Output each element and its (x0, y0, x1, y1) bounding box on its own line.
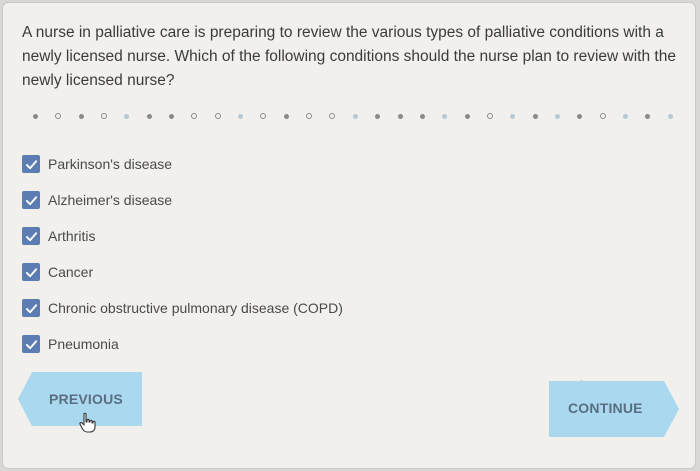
progress-dot-icon (622, 113, 628, 119)
progress-dot-icon (238, 113, 244, 119)
hand-pointer-icon (79, 412, 96, 433)
progress-dot-icon (464, 113, 470, 119)
question-text: A nurse in palliative care is preparing … (22, 24, 676, 89)
option-alzheimers[interactable]: Alzheimer's disease (22, 182, 522, 218)
option-cancer[interactable]: Cancer (22, 254, 522, 290)
progress-dot-icon (645, 113, 651, 119)
progress-dot-icon (532, 113, 538, 119)
checkbox-checked-icon[interactable] (22, 191, 40, 209)
checkbox-checked-icon[interactable] (22, 263, 40, 281)
option-label: Chronic obstructive pulmonary disease (C… (48, 300, 343, 316)
checkbox-checked-icon[interactable] (22, 335, 40, 353)
option-label: Alzheimer's disease (48, 192, 173, 208)
option-copd[interactable]: Chronic obstructive pulmonary disease (C… (22, 290, 522, 326)
option-label: Arthritis (48, 228, 96, 244)
progress-dot-icon (329, 113, 336, 119)
progress-dot-icon (397, 113, 403, 119)
progress-dot-icon (375, 113, 381, 119)
progress-dot-icon (260, 113, 267, 119)
progress-dot-icon (554, 113, 560, 119)
option-pneumonia[interactable]: Pneumonia (22, 326, 522, 362)
progress-dot-icon (352, 113, 358, 119)
progress-dot-icon (599, 113, 606, 119)
progress-dot-icon (55, 113, 62, 119)
progress-dot-icon (577, 113, 583, 119)
previous-label: PREVIOUS (49, 391, 123, 407)
progress-dot-icon (419, 113, 425, 119)
option-label: Parkinson's disease (48, 156, 173, 172)
progress-dot-icon (486, 113, 493, 119)
progress-dot-icon (169, 113, 175, 119)
continue-label: CONTINUE (568, 400, 643, 416)
progress-dot-icon (306, 113, 313, 119)
progress-dot-icon (667, 113, 673, 119)
progress-dot-icon (33, 113, 38, 119)
option-label: Cancer (48, 264, 94, 280)
option-label: Pneumonia (48, 336, 119, 352)
progress-dot-icon (124, 113, 130, 119)
progress-dot-icon (191, 113, 198, 119)
progress-dot-icon (510, 113, 516, 119)
progress-dot-icon (442, 113, 448, 119)
progress-dot-icon (283, 113, 289, 119)
option-arthritis[interactable]: Arthritis (22, 218, 522, 254)
answer-options: Parkinson's disease Alzheimer's disease … (22, 146, 522, 362)
checkbox-checked-icon[interactable] (22, 299, 40, 317)
progress-dot-icon (78, 113, 84, 119)
continue-button[interactable]: CONTINUE (549, 381, 679, 437)
checkbox-checked-icon[interactable] (22, 155, 40, 173)
progress-dot-icon (101, 113, 108, 119)
progress-dots (33, 110, 673, 122)
progress-dot-icon (214, 113, 221, 119)
progress-dot-icon (146, 113, 152, 119)
option-parkinsons[interactable]: Parkinson's disease (22, 146, 522, 182)
checkbox-checked-icon[interactable] (22, 227, 40, 245)
